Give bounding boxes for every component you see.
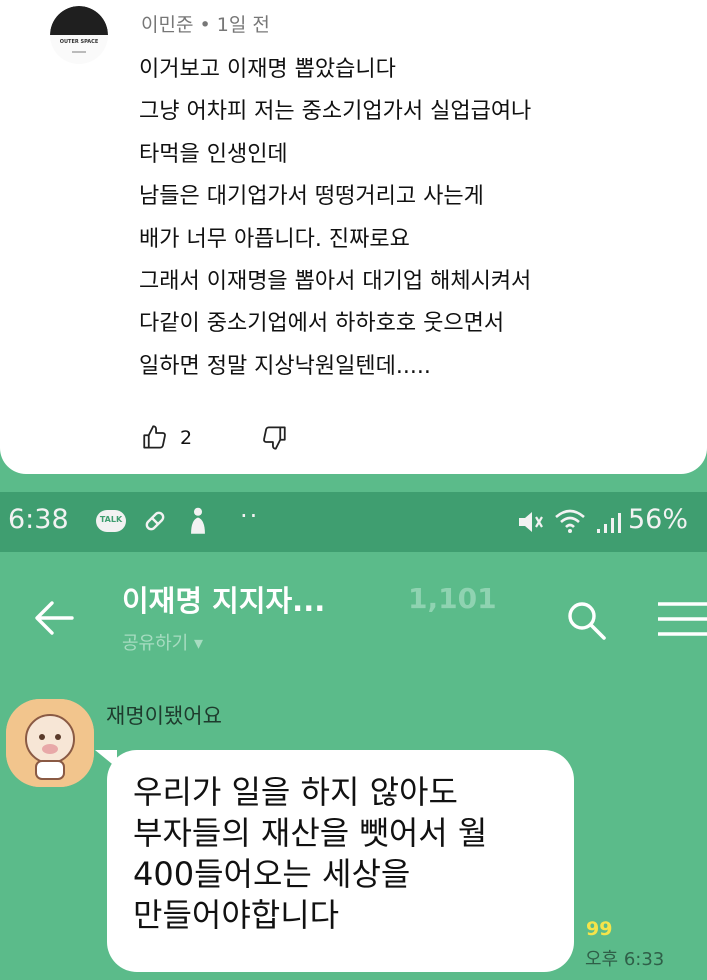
comment-text: 이거보고 이재명 뽑았습니다 그냥 어차피 저는 중소기업가서 실업급여나 타먹…: [139, 49, 531, 388]
person-icon: [191, 507, 205, 534]
status-bar: 6:38 TALK ·· 56%: [0, 492, 707, 552]
comment-author[interactable]: 이민준: [141, 14, 193, 36]
comment-line: 일하면 정말 지상낙원일텐데.....: [139, 353, 431, 379]
chat-room-title[interactable]: 이재명 지지자...: [122, 578, 325, 620]
message-line: 400들어오는 세상을: [133, 855, 411, 893]
back-arrow-icon[interactable]: [34, 600, 74, 636]
search-icon[interactable]: [564, 598, 608, 642]
comment-line: 배가 너무 아픕니다. 진짜로요: [139, 226, 410, 252]
thumbs-up-icon[interactable]: [142, 424, 169, 451]
thumbs-down-icon[interactable]: [260, 424, 287, 451]
avatar-logo-text: OUTER SPACE: [59, 39, 99, 45]
commenter-avatar[interactable]: OUTER SPACE: [50, 6, 108, 64]
comment-line: 그래서 이재명을 뽑아서 대기업 해체시켜서: [139, 269, 532, 295]
comment-time: 1일 전: [216, 14, 270, 36]
wifi-icon: [555, 509, 585, 533]
sender-avatar[interactable]: [6, 699, 94, 787]
talk-notification-icon: TALK: [96, 510, 126, 532]
comment-line: 타먹을 인생인데: [139, 141, 288, 167]
chat-screen: 6:38 TALK ·· 56% 이재명 지지자... 1,101 공유하기 ▾…: [0, 492, 707, 980]
member-count: 1,101: [408, 582, 497, 615]
mute-icon: [519, 512, 543, 532]
sender-name[interactable]: 재명이됐어요: [106, 700, 222, 730]
more-notifications-icon: ··: [240, 502, 260, 530]
comment-line: 그냥 어차피 저는 중소기업가서 실업급여나: [139, 99, 532, 125]
comment-line: 이거보고 이재명 뽑았습니다: [139, 57, 396, 82]
pill-icon: [145, 511, 165, 531]
like-count: 2: [180, 427, 193, 449]
meta-separator: •: [199, 14, 211, 36]
talk-icon-label: TALK: [99, 515, 123, 524]
hamburger-menu-icon[interactable]: [656, 600, 707, 638]
message-line: 부자들의 재산을 뺏어서 월: [133, 814, 488, 852]
unread-count: 99: [586, 918, 613, 940]
battery-level: 56%: [628, 504, 689, 535]
comment-card: OUTER SPACE 이민준 • 1일 전 이거보고 이재명 뽑았습니다 그냥…: [0, 0, 707, 474]
message-bubble[interactable]: 우리가 일을 하지 않아도 부자들의 재산을 뺏어서 월 400들어오는 세상을…: [107, 750, 574, 972]
comment-line: 다같이 중소기업에서 하하호호 웃으면서: [139, 311, 505, 337]
comment-meta: 이민준 • 1일 전: [141, 10, 270, 37]
message-line: 우리가 일을 하지 않아도: [133, 773, 458, 811]
comment-line: 남들은 대기업가서 떵떵거리고 사는게: [139, 184, 484, 210]
message-time: 오후 6:33: [585, 949, 665, 970]
status-time: 6:38: [8, 504, 69, 535]
share-button[interactable]: 공유하기 ▾: [122, 629, 203, 655]
message-line: 만들어야합니다: [133, 896, 340, 934]
signal-icon: [597, 513, 621, 533]
